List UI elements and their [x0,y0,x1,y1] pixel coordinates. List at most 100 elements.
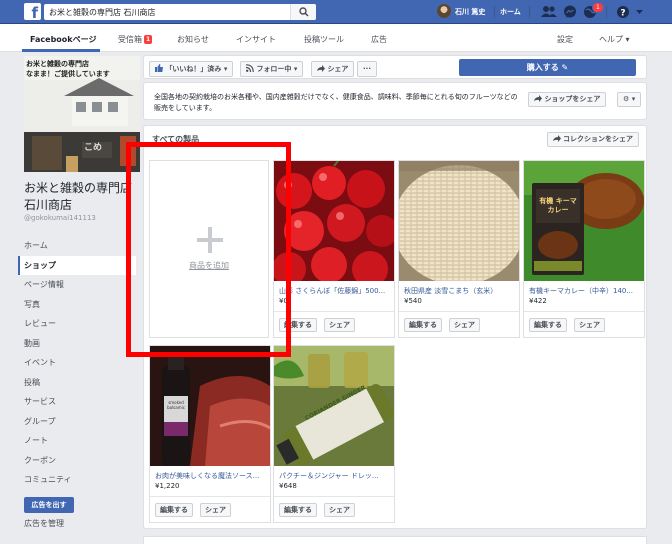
product-image[interactable]: smoked balsamic [150,346,270,466]
shop-settings-button[interactable]: ⚙ ▾ [617,92,642,107]
product-card[interactable]: 山形 さくらんぼ「佐藤錦」500... ¥0 編集する シェア [273,160,395,338]
cherries-image [274,161,394,281]
sidebar-item-posts[interactable]: 投稿 [18,373,136,393]
sidebar-item-home[interactable]: ホーム [18,236,136,256]
sidebar-item-about[interactable]: ページ情報 [18,275,136,295]
share-arrow-icon [317,65,325,72]
product-image[interactable] [399,161,519,281]
next-panel [143,536,647,544]
edit-product-button[interactable]: 編集する [404,318,442,332]
liked-label: 「いいね！」済み ▾ [165,65,228,73]
tab-inbox-label: 受信箱 [118,35,142,44]
product-name[interactable]: パクチー＆ジンジャー ドレッ... [279,471,391,481]
share-collection-label: コレクションをシェア [563,135,633,143]
product-name[interactable]: 山形 さくらんぼ「佐藤錦」500... [279,286,391,296]
account-menu-caret-icon[interactable] [636,10,643,15]
user-name-link[interactable]: 石川 篤史 [455,7,485,17]
manage-ads-link[interactable]: 広告を管理 [24,518,64,529]
edit-product-button[interactable]: 編集する [155,503,193,517]
edit-product-button[interactable]: 編集する [529,318,567,332]
following-button[interactable]: フォロー中 ▾ [240,61,304,77]
tab-insights[interactable]: インサイト [236,34,276,45]
divider [494,6,495,18]
share-product-button[interactable]: シェア [449,318,480,332]
product-card[interactable]: smoked balsamic お肉が美味しくなる魔法ソース... ¥1,220… [149,345,271,523]
liked-button[interactable]: 「いいね！」済み ▾ [149,61,234,77]
product-name[interactable]: お肉が美味しくなる魔法ソース... [155,471,267,481]
tab-help[interactable]: ヘルプ ▾ [599,34,630,45]
share-shop-button[interactable]: ショップをシェア [528,92,607,107]
tab-ads[interactable]: 広告 [371,34,387,45]
product-price: ¥1,220 [155,482,180,490]
product-card[interactable]: CORIANDER GINGER パクチー＆ジンジャー ドレッ... ¥648 … [273,345,395,523]
messenger-icon[interactable] [563,5,577,19]
promote-button[interactable]: 広告を出す [24,497,74,513]
sidebar-item-community[interactable]: コミュニティ [18,470,136,490]
search-input[interactable]: お米と雑穀の専門店 石川商店 [44,4,316,20]
edit-product-button[interactable]: 編集する [279,503,317,517]
divider [150,496,270,497]
divider [399,311,519,312]
page-username[interactable]: @gokokumai141113 [24,214,96,222]
divider [606,6,607,18]
friend-requests-icon[interactable] [541,5,557,18]
following-label: フォロー中 ▾ [256,65,298,73]
product-image[interactable] [274,161,394,281]
share-product-button[interactable]: シェア [200,503,231,517]
divider [529,6,530,18]
share-product-button[interactable]: シェア [324,503,355,517]
facebook-logo[interactable]: f [24,3,41,20]
rss-icon [245,64,254,73]
page-admin-tabs: Facebookページ 受信箱 1 お知らせ インサイト 投稿ツール 広告 設定 … [0,24,672,52]
product-image[interactable]: CORIANDER GINGER [274,346,394,466]
share-product-button[interactable]: シェア [324,318,355,332]
sidebar-item-reviews[interactable]: レビュー [18,314,136,334]
highlight-annotation-box [126,142,291,357]
svg-text:?: ? [620,9,625,19]
sidebar-item-events[interactable]: イベント [18,353,136,373]
sidebar-item-services[interactable]: サービス [18,392,136,412]
thumbs-up-icon [155,64,163,72]
product-card[interactable]: 秋田県産 淡雪こまち（玄米） ¥540 編集する シェア [398,160,520,338]
notification-badge: 1 [592,2,604,13]
sidebar-item-videos[interactable]: 動画 [18,334,136,354]
cover-sign-line-1: お米と雑穀の専門店 [26,60,89,68]
divider [274,311,394,312]
help-icon[interactable]: ? [616,5,630,19]
sidebar-item-offers[interactable]: クーポン [18,451,136,471]
sidebar-item-photos[interactable]: 写真 [18,295,136,315]
cover-door-text: こめ [84,143,103,153]
search-button[interactable] [290,4,316,20]
share-collection-button[interactable]: コレクションをシェア [546,132,639,147]
share-arrow-icon [552,135,561,142]
product-price: ¥648 [279,482,297,490]
page-sidebar-nav: ホーム ショップ ページ情報 写真 レビュー 動画 イベント 投稿 サービス グ… [18,236,136,490]
inbox-badge: 1 [144,35,153,44]
tab-inbox[interactable]: 受信箱 1 [118,34,153,45]
product-card[interactable]: 有機 キーマカレー 有機キーマカレー（中辛）140... ¥422 編集する シ… [523,160,645,338]
share-product-button[interactable]: シェア [574,318,605,332]
sidebar-item-shop[interactable]: ショップ [18,255,136,275]
divider [274,496,394,497]
brown-rice-image [399,161,519,281]
sidebar-item-groups[interactable]: グループ [18,412,136,432]
divider [524,311,644,312]
product-image[interactable]: 有機 キーマカレー [524,161,644,281]
tab-publishing-tools[interactable]: 投稿ツール [304,34,344,45]
profile-picture[interactable]: お米と雑穀の専門店 なまま！ご提供しています こめ [24,56,140,172]
user-avatar[interactable] [437,4,451,18]
tab-notifications[interactable]: お知らせ [177,34,209,45]
buy-button[interactable]: 購入する ✎ [459,59,636,76]
tab-facebook-page[interactable]: Facebookページ [30,34,96,45]
tab-settings[interactable]: 設定 [557,34,573,45]
product-name[interactable]: 有機キーマカレー（中辛）140... [529,286,641,296]
cover-sign-line-2: なまま！ご提供しています [26,70,110,78]
sidebar-item-notes[interactable]: ノート [18,431,136,451]
product-name[interactable]: 秋田県産 淡雪こまち（玄米） [404,286,516,296]
top-navigation-bar: f お米と雑穀の専門店 石川商店 石川 篤史 ホーム 1 ? [0,0,672,24]
active-tab-indicator [22,49,100,52]
search-value[interactable]: お米と雑穀の専門店 石川商店 [49,7,156,18]
share-page-button[interactable]: シェア [311,61,355,77]
home-link[interactable]: ホーム [500,7,521,17]
more-options-button[interactable]: ··· [357,61,377,77]
